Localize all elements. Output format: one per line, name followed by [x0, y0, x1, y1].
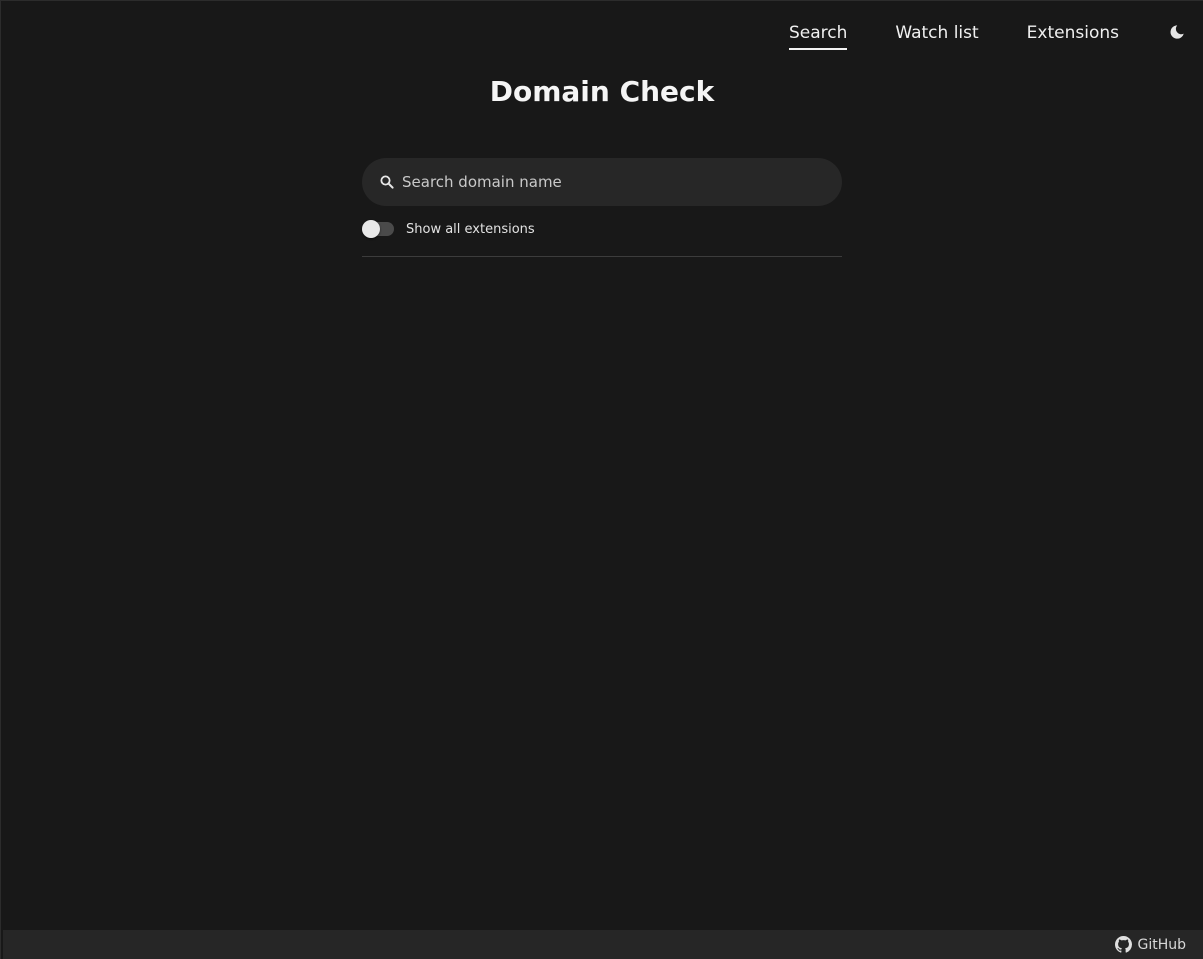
footer: GitHub	[3, 930, 1203, 959]
github-link[interactable]: GitHub	[1115, 936, 1186, 953]
top-nav: Search Watch list Extensions	[741, 21, 1187, 51]
github-icon	[1115, 936, 1133, 953]
nav-watch-list[interactable]: Watch list	[895, 22, 978, 50]
nav-search[interactable]: Search	[788, 22, 848, 50]
search-section: Show all extensions	[362, 157, 842, 257]
github-label: GitHub	[1137, 936, 1186, 953]
search-input[interactable]	[396, 157, 842, 207]
switch-knob	[362, 220, 380, 238]
page-title: Domain Check	[489, 75, 715, 108]
app-root: Search Watch list Extensions Domain Chec…	[0, 0, 1203, 959]
moon-icon	[1169, 24, 1185, 44]
search-icon	[378, 173, 396, 191]
show-all-extensions-switch[interactable]	[362, 220, 394, 238]
nav-extensions[interactable]: Extensions	[1027, 22, 1119, 50]
search-box[interactable]	[362, 157, 842, 207]
show-all-extensions-label: Show all extensions	[406, 221, 535, 237]
theme-toggle-button[interactable]	[1167, 24, 1187, 44]
divider	[362, 256, 842, 257]
show-all-extensions-row: Show all extensions	[362, 220, 842, 238]
